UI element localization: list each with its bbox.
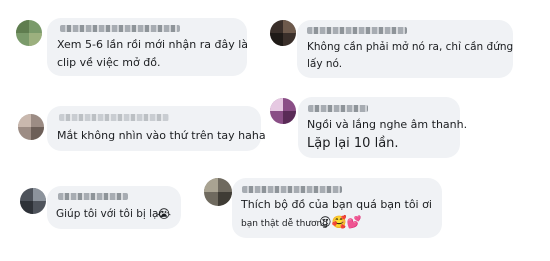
commenter-name-blurred[interactable]: [242, 186, 342, 193]
comment-bubble: Thích bộ đồ của bạn quá bạn tôi ơi bạn t…: [232, 178, 442, 238]
avatar[interactable]: [20, 188, 46, 214]
avatar[interactable]: [270, 20, 296, 46]
comment-text: Mắt không nhìn vào thứ trên tay haha: [57, 129, 266, 142]
comment-text: clip về việc mở đồ.: [57, 56, 161, 69]
avatar[interactable]: [204, 178, 232, 206]
comment-text: Xem 5-6 lần rồi mới nhận ra đây là: [57, 38, 248, 51]
reply-text: bạn thật dễ thương: [241, 219, 328, 229]
comment-bubble: Xem 5-6 lần rồi mới nhận ra đây là clip …: [47, 18, 248, 76]
avatar[interactable]: [18, 114, 44, 140]
crying-emoji: 😭: [157, 207, 172, 221]
comment-text: Thích bộ đồ của bạn quá bạn tôi ơi: [241, 198, 432, 211]
comment-text: Lặp lại 10 lần.: [307, 136, 399, 151]
comment-bubble: Giúp tôi với tôi bị lạc 😭: [47, 186, 181, 229]
comment-bubble: Không cần phải mở nó ra, chỉ cần đứng lấ…: [297, 20, 513, 78]
commenter-name-blurred[interactable]: [59, 114, 169, 121]
comment-bubble: Mắt không nhìn vào thứ trên tay haha: [47, 106, 266, 151]
comment-text: lấy nó.: [307, 58, 343, 70]
commenter-name-blurred[interactable]: [307, 27, 407, 34]
comment-text: Không cần phải mở nó ra, chỉ cần đứng: [307, 41, 514, 53]
commenter-name-blurred[interactable]: [308, 105, 368, 112]
heart-eyes-emoji: 😍🥰💕: [319, 215, 362, 229]
avatar[interactable]: [16, 20, 42, 46]
commenter-name-blurred[interactable]: [58, 193, 128, 200]
comment-bubble: Ngồi và lắng nghe âm thanh. Lặp lại 10 l…: [298, 97, 467, 158]
comment-text: Giúp tôi với tôi bị lạc: [56, 208, 165, 220]
comment-text: Ngồi và lắng nghe âm thanh.: [307, 118, 468, 131]
commenter-name-blurred[interactable]: [60, 25, 180, 32]
avatar[interactable]: [270, 98, 296, 124]
